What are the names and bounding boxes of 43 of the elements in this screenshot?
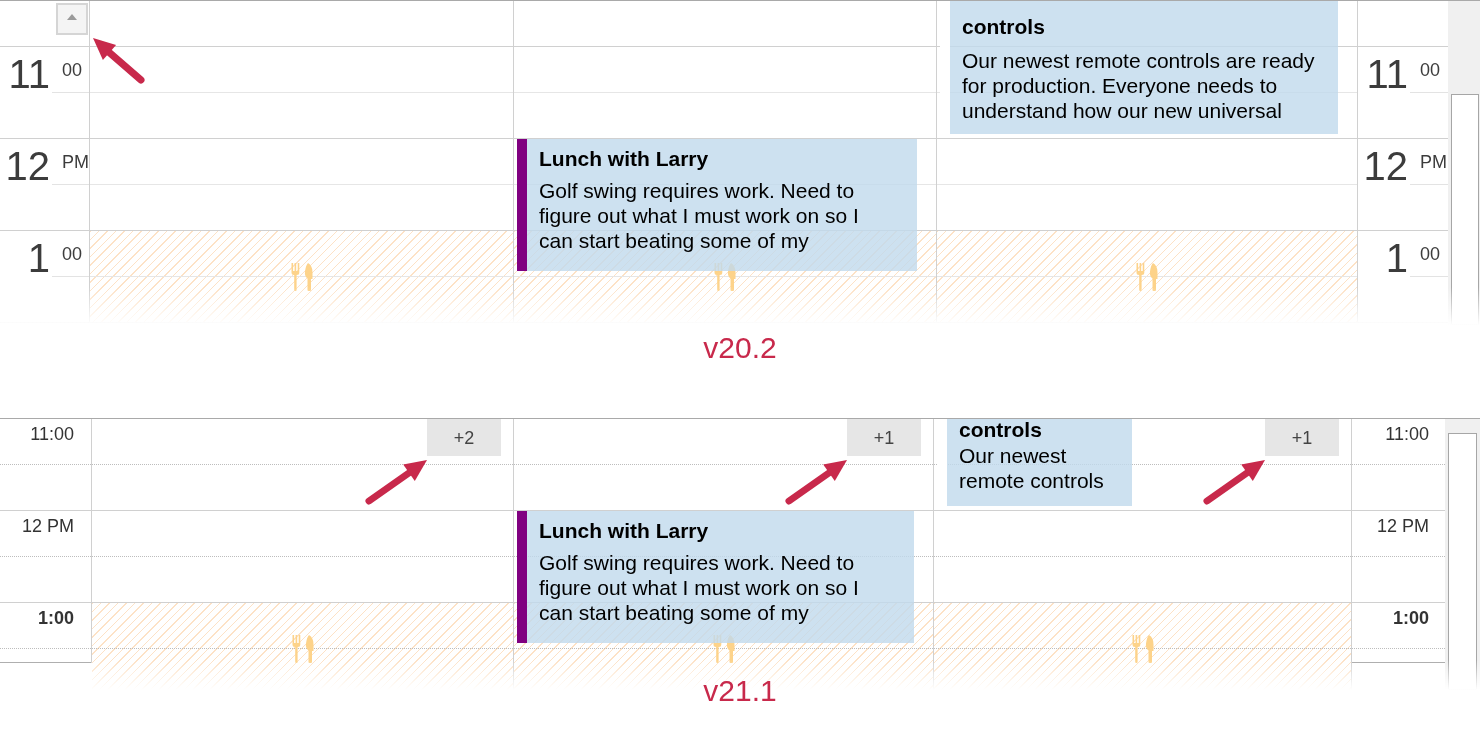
appointment-card[interactable]: Lunch with Larry Golf swing requires work. Need to figure out what I must work on so I can start beating some of my	[517, 139, 917, 271]
time-label: 12 PM	[1376, 517, 1429, 535]
version-caption: v21.1	[703, 676, 777, 706]
hour-label: 1	[26, 238, 51, 278]
time-label: 1:00	[37, 609, 74, 627]
appointment-description: Golf swing requires work. Need to figure out what I must work on so I can start beating some of my	[539, 178, 860, 253]
hour-label: 12	[1362, 146, 1409, 186]
time-suffix-label: 00	[62, 61, 83, 79]
fork-knife-icon	[291, 635, 314, 663]
more-appointments-button[interactable]: +2	[427, 419, 501, 456]
hour-label: 11	[1365, 54, 1409, 94]
appointment-title: Lunch with Larry	[539, 518, 709, 543]
fork-knife-icon	[290, 263, 313, 291]
time-label: 12 PM	[21, 517, 74, 535]
fork-knife-icon	[1136, 263, 1158, 291]
hour-label: 12	[4, 146, 51, 186]
appointment-title: Lunch with Larry	[539, 146, 709, 171]
more-appointments-button[interactable]: +1	[1265, 419, 1339, 456]
time-suffix-label: 00	[1420, 61, 1441, 79]
appointment-card[interactable]: controls Our newest remote controls are ready for production. Everyone needs to understand how our new universal	[940, 1, 1338, 134]
more-appointments-button[interactable]: +1	[847, 419, 921, 456]
hour-label: 11	[7, 54, 51, 94]
fork-knife-icon	[1131, 635, 1154, 663]
scrollbar-thumb[interactable]	[1448, 433, 1477, 690]
time-label: 1:00	[1392, 609, 1429, 627]
appointment-description: Our newest remote controls are ready for production. Everyone needs to understand how our new universal	[962, 48, 1316, 123]
time-suffix-label: PM	[62, 153, 89, 171]
scrollbar-thumb[interactable]	[1451, 94, 1479, 325]
appointment-title: controls	[959, 419, 1042, 441]
appointment-title: controls	[962, 14, 1045, 39]
version-caption: v20.2	[703, 333, 777, 366]
appointment-card[interactable]: controls Our newest remote controls	[937, 419, 1132, 506]
hour-label: 1	[1384, 238, 1409, 278]
appointment-description: Our newest remote controls	[959, 443, 1105, 493]
time-label: 11:00	[1385, 425, 1429, 443]
caret-up-icon	[67, 14, 77, 20]
time-label: 11:00	[30, 425, 74, 443]
time-suffix-label: 00	[62, 245, 83, 263]
scroll-up-button[interactable]	[56, 3, 88, 35]
appointment-card[interactable]: Lunch with Larry Golf swing requires work. Need to figure out what I must work on so I can start beating some of my	[517, 511, 914, 643]
appointment-description: Golf swing requires work. Need to figure out what I must work on so I can start beating some of my	[539, 550, 860, 625]
time-suffix-label: PM	[1420, 153, 1447, 171]
time-suffix-label: 00	[1420, 245, 1441, 263]
